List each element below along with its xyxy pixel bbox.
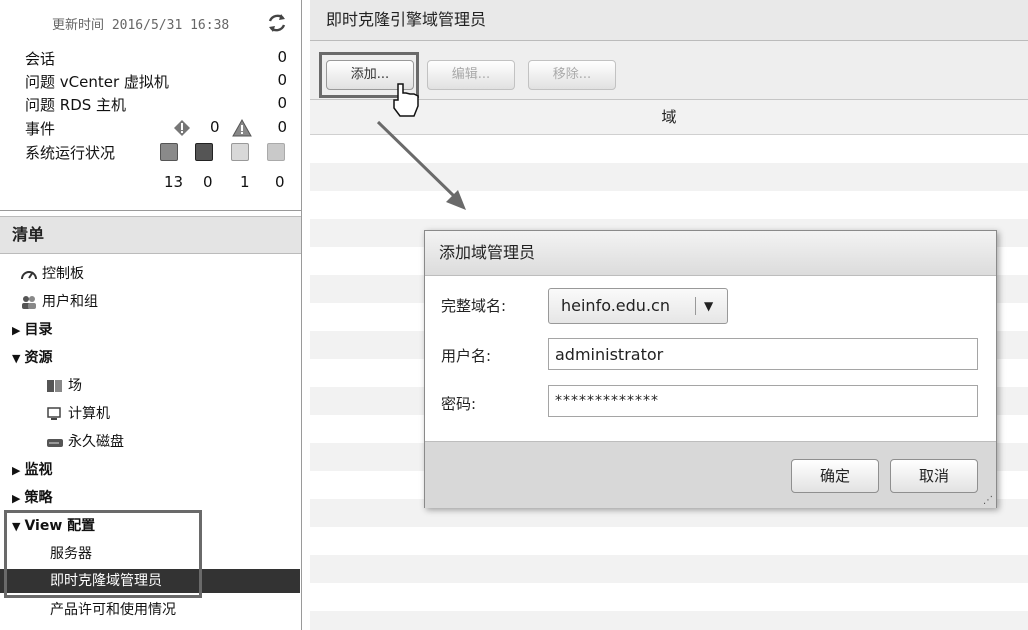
nav-product-licensing[interactable]: 产品许可和使用情况 xyxy=(50,598,176,622)
problem-vms-row[interactable]: 问题 vCenter 虚拟机 0 xyxy=(25,71,287,91)
health-unknown-icon xyxy=(231,143,249,161)
nav-policies[interactable]: ▶ 策略 xyxy=(12,486,52,510)
nav-persistent-disks[interactable]: 永久磁盘 xyxy=(46,430,124,454)
events-warning-count: 0 xyxy=(210,118,220,136)
page-title: 即时克隆引擎域管理员 xyxy=(310,0,1028,41)
nav-machines[interactable]: 计算机 xyxy=(46,402,110,426)
dialog-footer: 确定 取消 ⋰ xyxy=(425,441,996,508)
users-icon xyxy=(22,296,36,309)
health-ok-count: 13 xyxy=(164,173,184,191)
expand-arrow-icon: ▶ xyxy=(12,324,21,337)
alert-triangle-icon xyxy=(232,119,252,137)
health-question-count: 0 xyxy=(275,173,285,191)
domain-label: 完整域名: xyxy=(441,297,507,315)
expand-arrow-icon: ▶ xyxy=(12,464,21,477)
health-ok-icon xyxy=(160,143,178,161)
add-domain-admin-dialog: 添加域管理员 完整域名: heinfo.edu.cn ▼ 用户名: 密码: **… xyxy=(424,230,997,508)
machine-icon xyxy=(47,407,61,420)
warning-diamond-icon xyxy=(174,120,190,136)
health-label: 系统运行状况 xyxy=(25,144,116,162)
health-error-count: 0 xyxy=(203,173,213,191)
cancel-button[interactable]: 取消 xyxy=(890,459,978,493)
nav-monitoring[interactable]: ▶ 监视 xyxy=(12,458,52,482)
nav-dashboard[interactable]: 控制板 xyxy=(20,262,84,286)
nav-farms[interactable]: 场 xyxy=(46,374,82,398)
password-label: 密码: xyxy=(441,395,477,413)
system-status-panel: 更新时间 2016/5/31 16:38 会话 0 问题 vCenter 虚拟机… xyxy=(0,0,301,211)
events-label: 事件 xyxy=(25,120,56,138)
problem-rds-row[interactable]: 问题 RDS 主机 0 xyxy=(25,94,287,114)
highlight-box-add xyxy=(319,52,419,98)
health-row[interactable]: 系统运行状况 xyxy=(25,142,287,162)
ok-button[interactable]: 确定 xyxy=(791,459,879,493)
dashboard-icon xyxy=(21,271,37,280)
username-label: 用户名: xyxy=(441,347,492,365)
nav-resources[interactable]: ▼ 资源 xyxy=(12,346,52,370)
domain-select-value: heinfo.edu.cn xyxy=(561,296,670,315)
remove-button[interactable]: 移除... xyxy=(528,60,616,90)
collapse-arrow-icon: ▼ xyxy=(12,352,21,365)
problem-rds-label: 问题 RDS 主机 xyxy=(25,96,127,114)
column-header-domain[interactable]: 域 xyxy=(310,100,1028,135)
disk-icon xyxy=(47,439,63,447)
expand-arrow-icon: ▶ xyxy=(12,492,21,505)
resize-grip-icon[interactable]: ⋰ xyxy=(983,495,993,506)
edit-button[interactable]: 编辑... xyxy=(427,60,515,90)
username-input[interactable] xyxy=(548,338,978,370)
refresh-icon[interactable] xyxy=(266,12,288,34)
highlight-box-view-config xyxy=(4,510,202,598)
nav-users-groups[interactable]: 用户和组 xyxy=(20,290,98,314)
problem-rds-count: 0 xyxy=(277,94,287,112)
dialog-title: 添加域管理员 xyxy=(425,231,996,276)
health-unknown-count: 1 xyxy=(240,173,250,191)
health-error-icon xyxy=(195,143,213,161)
select-separator xyxy=(695,297,696,315)
inventory-header: 清单 xyxy=(0,216,301,254)
events-alert-count: 0 xyxy=(277,118,287,136)
sessions-label: 会话 xyxy=(25,50,56,68)
domain-select[interactable]: heinfo.edu.cn ▼ xyxy=(548,288,728,324)
sessions-row[interactable]: 会话 0 xyxy=(25,48,287,68)
password-input[interactable]: ************* xyxy=(548,385,978,417)
nav-catalog[interactable]: ▶ 目录 xyxy=(12,318,52,342)
sidebar: 更新时间 2016/5/31 16:38 会话 0 问题 vCenter 虚拟机… xyxy=(0,0,302,630)
sessions-count: 0 xyxy=(277,48,287,66)
health-question-icon xyxy=(267,143,285,161)
update-time: 更新时间 2016/5/31 16:38 xyxy=(52,18,230,33)
health-counts: 13 0 1 0 xyxy=(25,173,287,193)
chevron-down-icon: ▼ xyxy=(704,299,714,313)
farm-icon xyxy=(47,380,62,392)
problem-vms-label: 问题 vCenter 虚拟机 xyxy=(25,73,169,91)
problem-vms-count: 0 xyxy=(277,71,287,89)
events-row[interactable]: 事件 0 0 xyxy=(25,118,287,138)
